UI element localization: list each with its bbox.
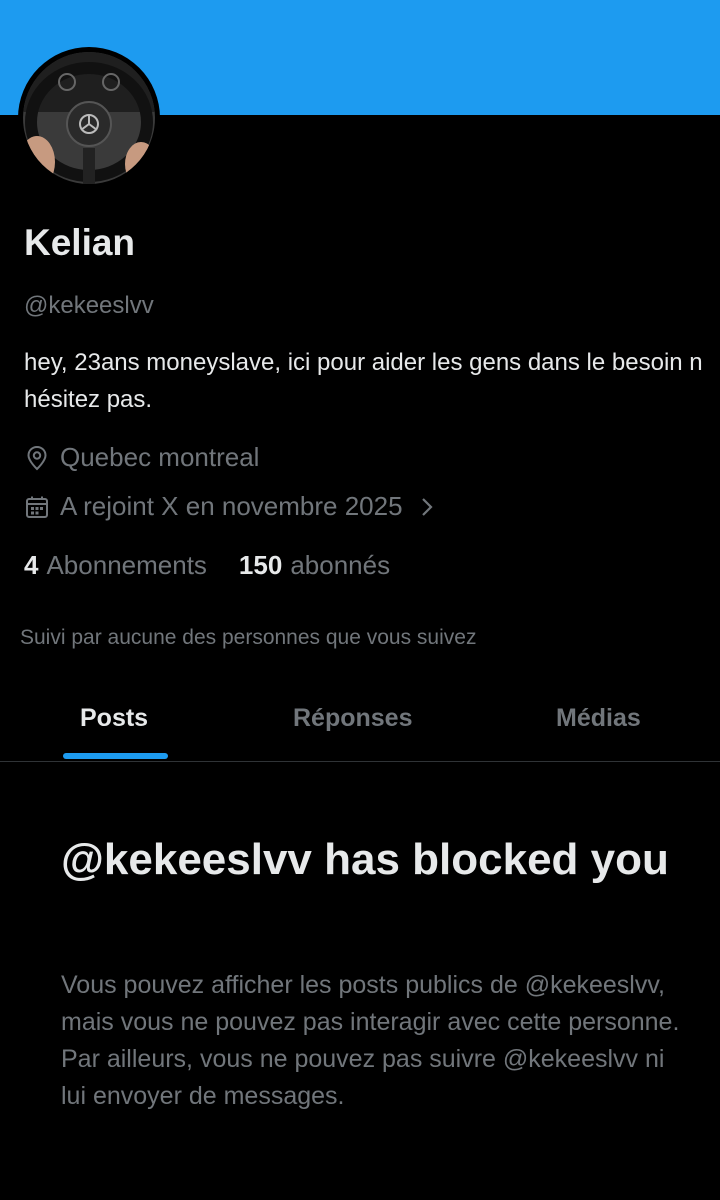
profile-tabs: Posts Réponses Médias: [0, 680, 720, 762]
followed-by-text: Suivi par aucune des personnes que vous …: [20, 626, 477, 649]
tab-posts[interactable]: Posts: [0, 680, 240, 762]
joined-text: A rejoint X en novembre 2025: [60, 491, 403, 521]
follow-stats: 4 Abonnements 150 abonnés: [24, 550, 422, 581]
tab-replies[interactable]: Réponses: [240, 680, 480, 762]
chevron-right-icon: [419, 496, 435, 518]
tab-media[interactable]: Médias: [480, 680, 720, 762]
profile-location: Quebec montreal: [24, 442, 259, 473]
tab-posts-label: Posts: [80, 704, 149, 732]
blocked-title: @kekeeslvv has blocked you: [61, 835, 669, 884]
avatar[interactable]: [18, 47, 160, 189]
following-link[interactable]: 4 Abonnements: [24, 550, 207, 581]
avatar-image: [23, 52, 155, 184]
blocked-description: Vous pouvez afficher les posts publics d…: [61, 971, 680, 1110]
active-tab-indicator: [63, 753, 168, 759]
calendar-icon: [24, 494, 50, 520]
tab-replies-label: Réponses: [293, 704, 413, 732]
location-text: Quebec montreal: [60, 442, 260, 472]
profile-name: Kelian: [24, 222, 136, 263]
tab-media-label: Médias: [556, 704, 641, 732]
followers-count: 150: [238, 550, 283, 580]
profile-handle: @kekeeslvv: [24, 292, 154, 319]
location-pin-icon: [24, 445, 50, 471]
followers-link[interactable]: 150 abonnés: [239, 550, 390, 581]
following-count: 4: [24, 550, 39, 580]
followers-label: abonnés: [290, 550, 391, 580]
profile-joined[interactable]: A rejoint X en novembre 2025: [24, 491, 435, 522]
following-label: Abonnements: [46, 550, 207, 580]
profile-bio: hey, 23ans moneyslave, ici pour aider le…: [24, 349, 703, 413]
